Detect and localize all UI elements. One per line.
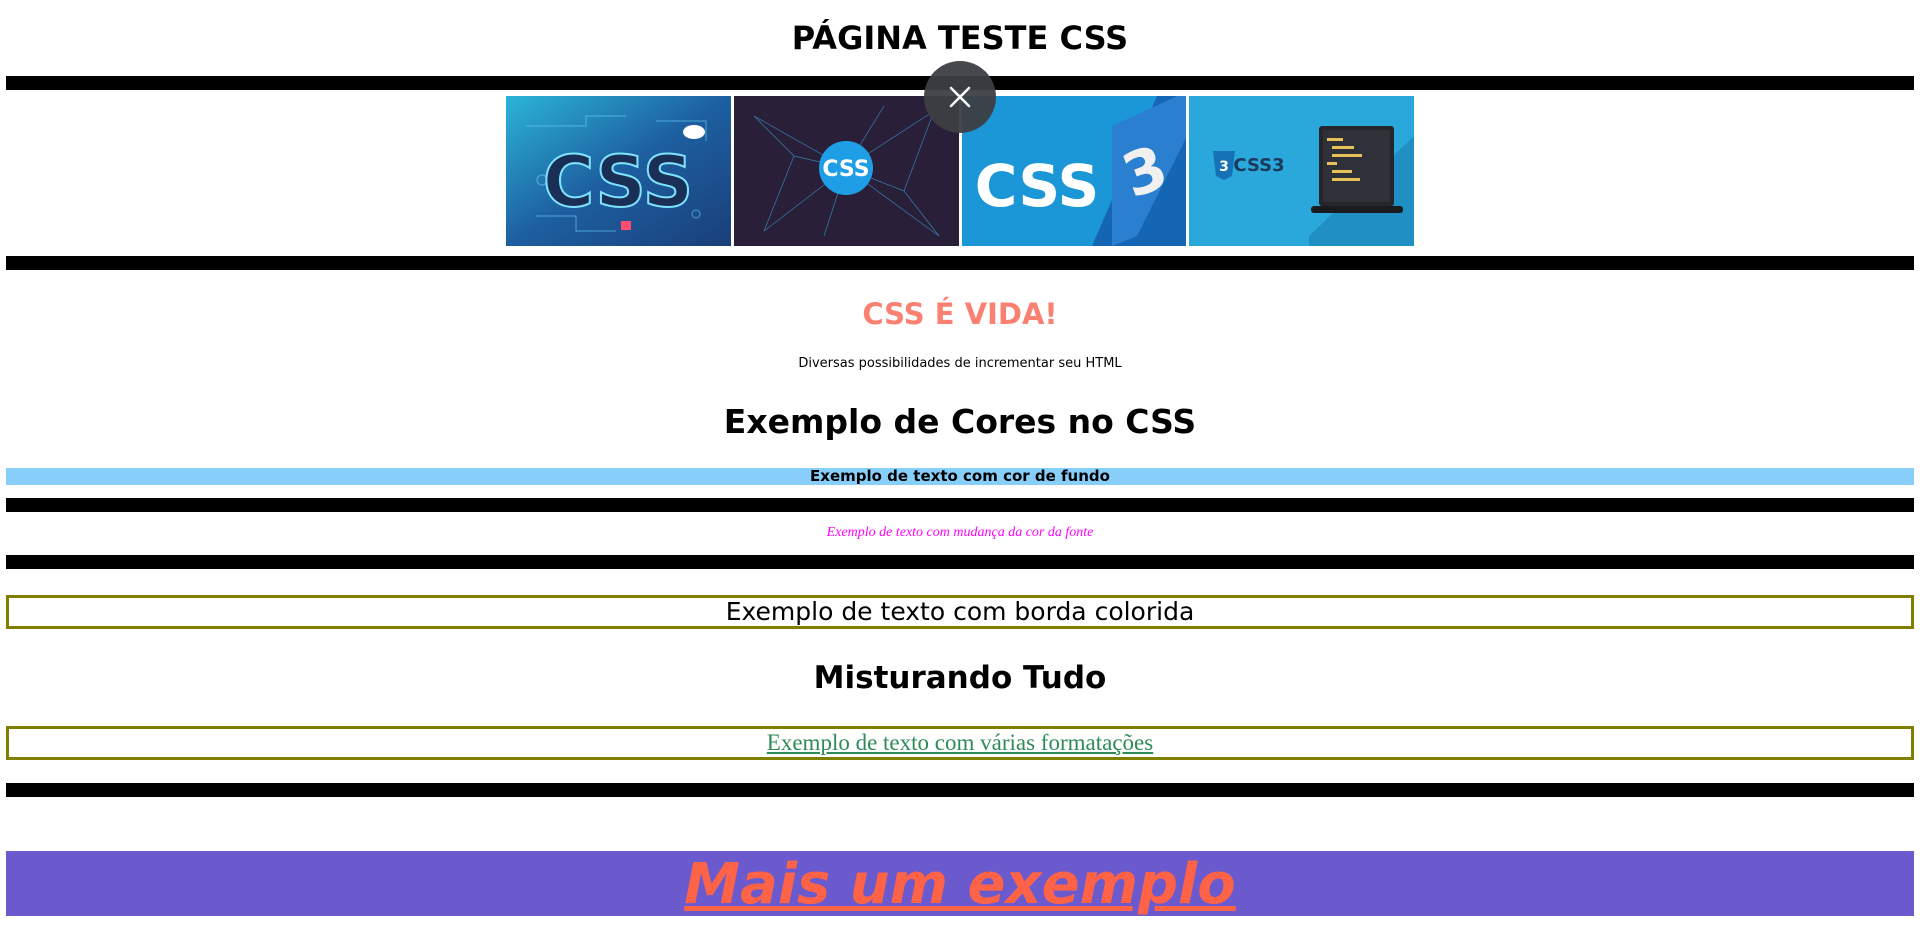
hero-title: CSS É VIDA! bbox=[862, 297, 1058, 331]
page-title: PÁGINA TESTE CSS bbox=[791, 19, 1129, 57]
mix-section-heading: Misturando Tudo bbox=[813, 660, 1107, 696]
divider-bar bbox=[6, 498, 1914, 512]
divider-bar bbox=[6, 555, 1914, 569]
css3-laptop-image: 3 CSS3 bbox=[1189, 96, 1414, 246]
gallery-image-css-neon[interactable]: CSS bbox=[506, 96, 731, 246]
svg-text:CSS: CSS bbox=[822, 157, 869, 182]
gallery-image-css-network[interactable]: CSS bbox=[733, 96, 959, 246]
divider-bar bbox=[6, 783, 1914, 797]
gallery-image-css3-laptop[interactable]: 3 CSS3 bbox=[1189, 96, 1414, 246]
svg-text:CSS3: CSS3 bbox=[1234, 155, 1285, 176]
banner-example: Mais um exemplo bbox=[6, 851, 1914, 916]
css-network-image: CSS bbox=[733, 96, 959, 246]
page: PÁGINA TESTE CSS CSS CSS CSS 3 3 CSS3 CS… bbox=[0, 0, 1920, 932]
font-color-example: Exemplo de texto com mudança da cor da f… bbox=[826, 525, 1094, 540]
close-icon bbox=[949, 86, 971, 108]
colors-section-heading: Exemplo de Cores no CSS bbox=[723, 402, 1197, 441]
mixed-formatting-example: Exemplo de texto com várias formatações bbox=[6, 726, 1914, 760]
divider-bar bbox=[6, 256, 1914, 270]
background-color-example: Exemplo de texto com cor de fundo bbox=[6, 468, 1914, 485]
hero-subtitle: Diversas possibilidades de incrementar s… bbox=[798, 356, 1122, 371]
border-color-example: Exemplo de texto com borda colorida bbox=[6, 595, 1914, 629]
gallery-image-css3-logo[interactable]: CSS 3 bbox=[961, 96, 1187, 246]
svg-text:3: 3 bbox=[1219, 159, 1229, 175]
css-neon-image: CSS bbox=[506, 96, 731, 246]
css3-logo-image: CSS 3 bbox=[961, 96, 1187, 246]
svg-text:CSS: CSS bbox=[543, 141, 693, 223]
svg-text:CSS: CSS bbox=[974, 152, 1099, 220]
close-button[interactable] bbox=[924, 61, 996, 133]
